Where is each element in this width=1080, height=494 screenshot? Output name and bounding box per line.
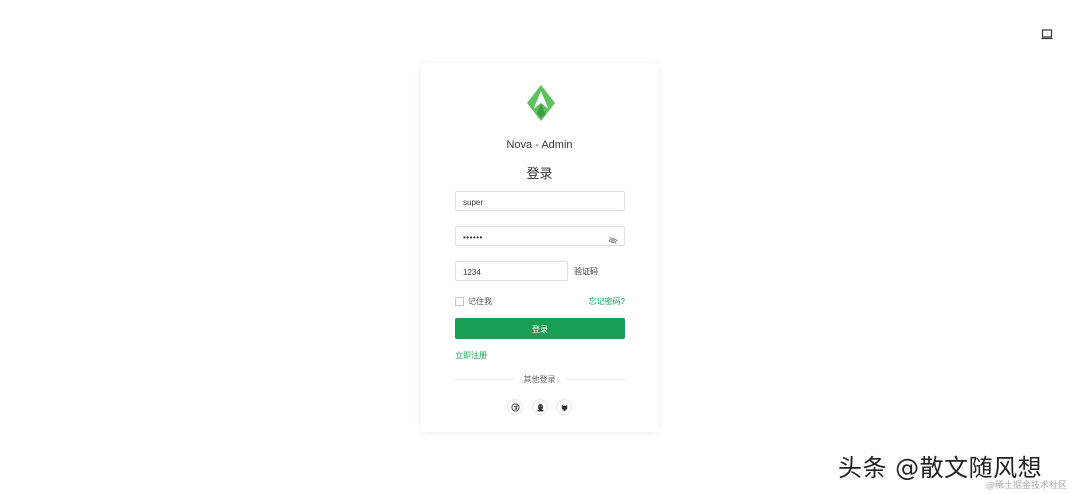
forgot-password-link[interactable]: 忘记密码? [589,296,625,307]
app-logo-icon [525,84,557,122]
password-field[interactable] [455,226,625,247]
captcha-image[interactable]: 验证码 [574,266,598,277]
app-title: Nova - Admin [506,139,573,151]
username-field[interactable] [455,191,625,212]
eye-off-icon[interactable] [608,232,618,245]
remember-me[interactable]: 记住我 [455,296,492,307]
watermark-sub: @稀土掘金技术社区 [986,481,1068,491]
github-icon[interactable] [556,399,572,415]
login-button[interactable]: 登录 [455,318,625,339]
password-input[interactable] [456,228,624,247]
dingtalk-icon[interactable] [507,399,523,415]
captcha-input[interactable] [456,263,567,282]
remember-checkbox[interactable] [455,297,464,306]
register-link[interactable]: 立即注册 [455,350,487,361]
other-login-label: 其他登录 [523,375,556,384]
captcha-field[interactable] [455,261,568,282]
login-card: Nova - Admin 登录 验证码 记住我 忘记密码? 登录 立即 [421,63,658,432]
username-input[interactable] [456,193,624,212]
layout-toggle-icon[interactable] [1041,27,1053,40]
qq-icon[interactable] [532,399,548,415]
login-heading: 登录 [526,166,553,181]
login-page: Nova - Admin 登录 验证码 记住我 忘记密码? 登录 立即 [0,0,1080,494]
remember-label: 记住我 [468,297,492,306]
